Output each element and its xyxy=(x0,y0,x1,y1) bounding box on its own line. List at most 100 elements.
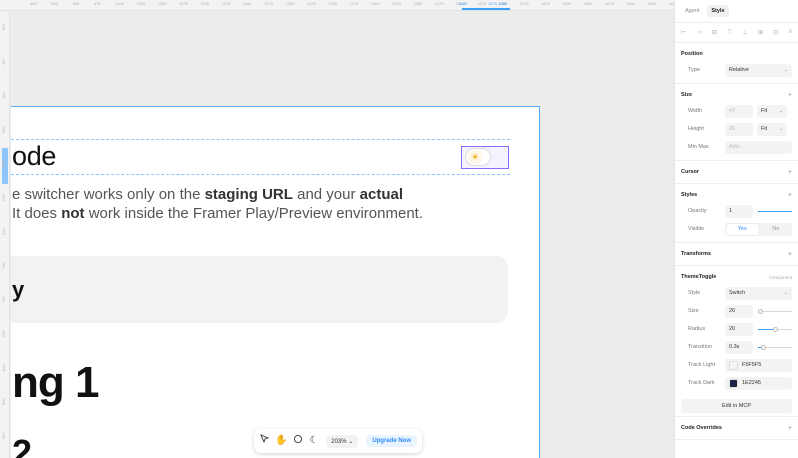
ruler-tick: 950 xyxy=(1,432,6,439)
track-dark-color-input[interactable]: 1E2245 xyxy=(725,376,792,390)
height-input[interactable]: 26 xyxy=(725,122,753,136)
ruler-tick: 950 xyxy=(72,1,80,6)
slider-knob[interactable] xyxy=(761,344,767,350)
callout-text[interactable]: y xyxy=(12,277,24,303)
position-type-select[interactable]: Relative ⌄ xyxy=(725,63,792,77)
ruler-tick-highlight: 1275 1280 xyxy=(488,1,507,6)
ruler-tick: 1250 xyxy=(328,1,337,6)
track-light-color-input[interactable]: F5F5F5 xyxy=(725,358,792,372)
callout-box[interactable] xyxy=(11,256,508,323)
para-bold-staging: staging URL xyxy=(204,186,293,203)
plus-icon[interactable]: + xyxy=(788,92,792,99)
tab-agent[interactable]: Agent xyxy=(681,5,703,17)
heading-2[interactable]: 2 xyxy=(12,432,32,458)
width-mode-value: Fit xyxy=(761,107,768,114)
plus-icon[interactable]: + xyxy=(788,251,792,258)
align-left-icon[interactable]: ⊢ xyxy=(681,29,686,36)
width-mode-select[interactable]: Fit ⌄ xyxy=(757,104,787,118)
ruler-tick: 1325 xyxy=(391,1,401,6)
section-title-transforms: Transforms xyxy=(681,251,711,257)
upgrade-button[interactable]: Upgrade Now xyxy=(366,435,417,447)
ruler-tick: 500 xyxy=(1,92,6,99)
toggle-radius-input[interactable]: 20 xyxy=(725,322,753,336)
code-overrides-section: Code Overrides + xyxy=(675,416,798,440)
toggle-size-slider[interactable] xyxy=(757,308,792,314)
visible-no[interactable]: No xyxy=(760,223,793,236)
plus-icon[interactable]: + xyxy=(788,169,792,176)
intro-paragraph-line-2[interactable]: It does not work inside the Framer Play/… xyxy=(12,205,423,222)
zoom-value: 203% xyxy=(331,438,347,445)
ruler-tick: 1175 xyxy=(264,1,273,6)
para-text: It does xyxy=(12,205,62,222)
align-center-h-icon[interactable]: ⊣ xyxy=(696,29,701,36)
canvas[interactable]: 850 900 950 975 1000 1025 1050 1075 1100 1125 1150… xyxy=(0,0,674,458)
width-input[interactable]: 47 xyxy=(725,104,753,118)
comment-icon[interactable] xyxy=(292,434,304,448)
section-title-styles: Styles xyxy=(681,192,698,198)
transition-label: Transition xyxy=(688,344,712,350)
heading-1[interactable]: ng 1 xyxy=(12,358,99,408)
toggle-transition-input[interactable]: 0.3s xyxy=(725,340,753,354)
plus-icon[interactable]: + xyxy=(788,425,792,432)
cursor-icon[interactable] xyxy=(259,434,271,448)
align-top-icon[interactable]: ⊤ xyxy=(727,29,732,36)
ruler-tick: 1025 xyxy=(136,1,146,6)
intro-paragraph-line-1[interactable]: e switcher works only on the staging URL… xyxy=(12,186,403,203)
hand-icon[interactable]: ✋ xyxy=(275,434,287,448)
visible-toggle[interactable]: Yes No xyxy=(725,222,793,236)
ruler-tick: 1150 xyxy=(242,1,252,6)
distribute-v-icon[interactable]: ≡ xyxy=(788,29,792,36)
opacity-slider-fill xyxy=(758,210,792,212)
section-title-code-overrides: Code Overrides xyxy=(681,425,722,431)
section-title-theme-toggle: ThemeToggle xyxy=(681,274,717,280)
opacity-slider[interactable] xyxy=(758,210,792,212)
ruler-tick: 1100 xyxy=(200,1,209,6)
slider-knob[interactable] xyxy=(757,308,763,314)
ruler-tick: 1275 xyxy=(349,1,359,6)
size-section: Size + Width 47 Fit ⌄ Height 26 Fit ⌄ Min M… xyxy=(675,84,798,161)
zoom-dropdown[interactable]: 203% ⌄ xyxy=(326,434,359,448)
moon-icon[interactable]: ☾ xyxy=(308,434,320,448)
section-title-position: Position xyxy=(681,51,703,57)
size-label: Size xyxy=(688,308,699,314)
alignment-toolbar: ⊢ ⊣ ⊟ ⊤ ⊥ ⊞ ⊡ ≡ xyxy=(675,22,798,43)
height-mode-select[interactable]: Fit ⌄ xyxy=(757,122,787,136)
toggle-transition-slider[interactable] xyxy=(758,344,792,350)
panel-tabs: Agent Style xyxy=(675,0,798,22)
ruler-tick: 900 xyxy=(51,1,58,6)
ruler-tick: 1550 xyxy=(583,1,593,6)
chevron-down-icon: ⌄ xyxy=(348,438,354,445)
opacity-input[interactable]: 1 xyxy=(725,204,753,218)
ruler-tick: 1200 xyxy=(285,1,295,6)
edit-in-mcp-button[interactable]: Edit in MCP xyxy=(681,399,792,413)
toggle-style-select[interactable]: Switch ⌄ xyxy=(725,286,792,300)
ruler-tick: 650 xyxy=(1,228,6,235)
toggle-radius-slider[interactable] xyxy=(758,326,792,332)
ruler-tick: 1375 xyxy=(434,1,444,6)
align-middle-icon[interactable]: ⊥ xyxy=(743,29,748,36)
ruler-tick: 750 xyxy=(1,296,6,303)
ruler-tick: 1425 xyxy=(477,1,486,6)
align-bottom-icon[interactable]: ⊞ xyxy=(758,29,763,36)
para-bold-actual: actual xyxy=(359,186,404,203)
tab-style[interactable]: Style xyxy=(707,5,729,17)
ruler-tick: 1575 xyxy=(604,1,614,6)
ruler-tick: 700 xyxy=(1,262,6,269)
track-dark-swatch[interactable] xyxy=(729,378,738,388)
minmax-add-button[interactable]: Add... xyxy=(725,140,792,154)
plus-icon[interactable]: + xyxy=(788,192,792,199)
track-dark-value: 1E2245 xyxy=(742,379,761,386)
toggle-size-input[interactable]: 26 xyxy=(725,304,753,318)
chevron-down-icon: ⌄ xyxy=(778,107,783,114)
ruler-tick: 1350 xyxy=(413,1,423,6)
top-ruler: 850 900 950 975 1000 1025 1050 1075 1100 1125 1150… xyxy=(0,0,674,11)
visible-yes[interactable]: Yes xyxy=(726,223,759,235)
position-type-value: Relative xyxy=(729,66,749,73)
heading-mode[interactable]: ode xyxy=(12,141,56,172)
component-note: Component xyxy=(768,274,792,280)
width-label: Width xyxy=(688,108,703,114)
distribute-h-icon[interactable]: ⊡ xyxy=(773,29,778,36)
slider-knob[interactable] xyxy=(773,326,778,332)
align-right-icon[interactable]: ⊟ xyxy=(712,29,717,36)
track-light-swatch[interactable] xyxy=(729,360,738,370)
